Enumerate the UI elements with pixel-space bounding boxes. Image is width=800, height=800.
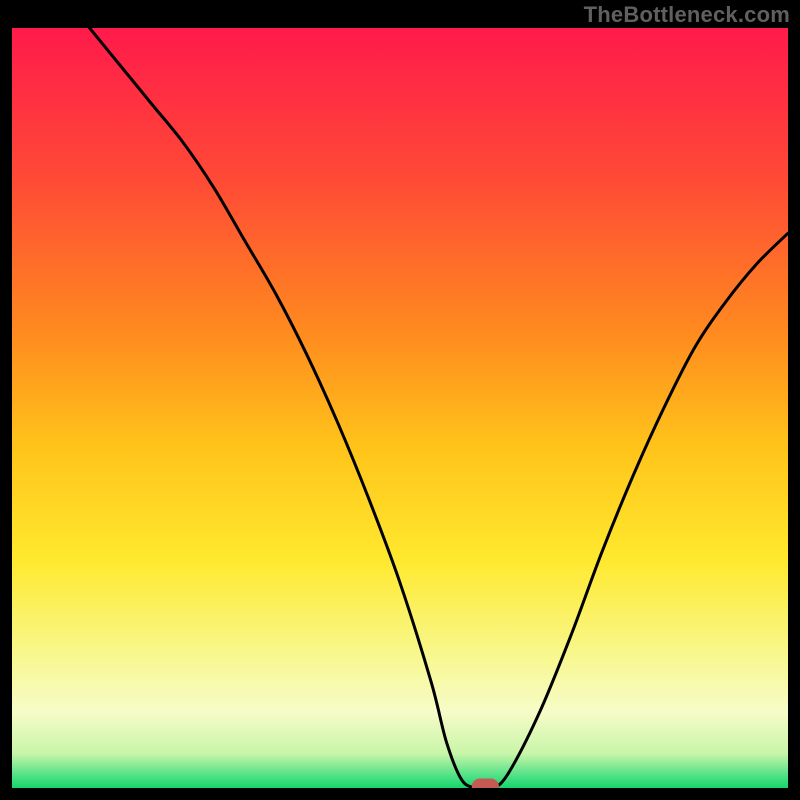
watermark-text: TheBottleneck.com: [584, 2, 790, 28]
optimal-marker: [472, 779, 499, 789]
gradient-background: [12, 28, 788, 788]
plot-area: [12, 28, 788, 788]
bottleneck-chart: [12, 28, 788, 788]
chart-frame: TheBottleneck.com: [0, 0, 800, 800]
